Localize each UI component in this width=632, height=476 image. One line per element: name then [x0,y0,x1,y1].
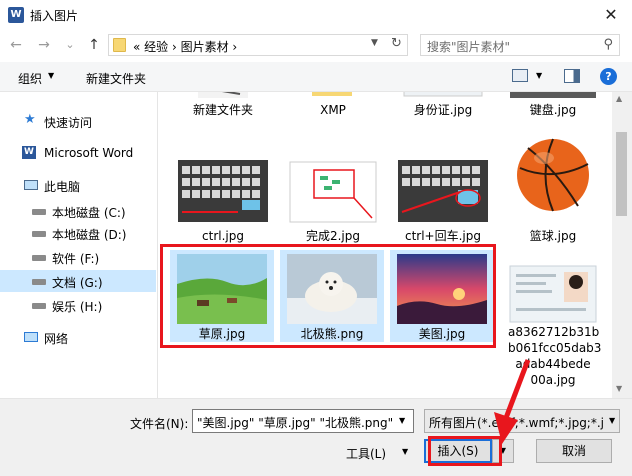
chevron-down-icon[interactable]: ▼ [48,71,54,80]
id-card-image-thumbnail [509,265,597,323]
back-button[interactable]: ← [6,33,26,57]
file-name: 完成2.jpg [305,229,361,243]
sidebar-item-drive-c[interactable]: 本地磁盘 (C:) [0,200,156,222]
chevron-down-icon[interactable]: ▼ [402,447,408,456]
folder-icon [113,38,126,52]
drive-icon [32,279,46,285]
pane-divider[interactable] [157,92,158,398]
refresh-icon[interactable]: ↻ [391,36,402,51]
sidebar-item-label: 快速访问 [44,116,93,130]
sidebar-item-drive-h[interactable]: 娱乐 (H:) [0,294,156,316]
file-name: XMP [320,103,346,117]
title-bar: W 插入图片 ✕ [0,0,632,30]
sidebar-item-microsoft-word[interactable]: W Microsoft Word [0,142,156,164]
scroll-thumb[interactable] [616,132,627,216]
filename-label: 文件名(N): [130,417,189,431]
file-name: 身份证.jpg [413,103,473,117]
organize-button[interactable]: 组织 [18,70,42,87]
computer-icon [24,180,38,190]
search-box[interactable]: 搜索"图片素材" ⚲ [420,34,620,56]
navigation-bar: ← → ⌄ ↑ « 经验 › 图片素材 › ▼ ↻ 搜索"图片素材" ⚲ [0,30,632,60]
toolbar: 组织 ▼ 新建文件夹 ▼ ? [0,62,632,92]
sidebar-item-label: 网络 [44,332,69,346]
list-item[interactable]: 键盘.jpg [508,92,598,124]
file-name-line: a8362712b31b [508,325,600,339]
selection-annotation-box [160,244,496,348]
recent-locations-button[interactable]: ⌄ [60,33,80,57]
file-name: 篮球.jpg [529,229,577,243]
network-icon [24,332,38,342]
up-folder-button[interactable]: ↑ [84,33,104,57]
file-name-line: b061fcc05dab3 [508,341,602,355]
screenshot-image-thumbnail [289,161,377,223]
sidebar-item-drive-f[interactable]: 软件 (F:) [0,246,156,268]
annotation-arrow [494,359,531,444]
file-name: 新建文件夹 [192,103,253,117]
forward-button[interactable]: → [34,33,54,57]
vertical-scrollbar[interactable]: ▲ ▼ [612,92,632,398]
preview-pane-icon[interactable] [564,69,580,83]
close-button[interactable]: ✕ [596,2,626,28]
word-icon: W [22,146,36,159]
list-item[interactable]: XMP [288,92,378,124]
list-item[interactable]: 身份证.jpg [398,92,488,124]
window-title: 插入图片 [30,9,79,23]
list-item[interactable]: 篮球.jpg [508,130,598,243]
filename-value[interactable]: "美图.jpg" "草原.jpg" "北极熊.png" [197,414,393,431]
word-app-icon: W [8,7,24,23]
sidebar-item-drive-d[interactable]: 本地磁盘 (D:) [0,222,156,244]
scroll-down-icon[interactable]: ▼ [616,384,622,393]
scroll-up-icon[interactable]: ▲ [616,94,622,103]
list-item[interactable]: ctrl.jpg [178,148,268,243]
drive-icon [32,303,46,309]
file-name: ctrl+回车.jpg [404,229,481,243]
navigation-pane: ★ 快速访问 W Microsoft Word 此电脑 本地磁盘 (C:) 本地… [0,92,158,398]
new-folder-button[interactable]: 新建文件夹 [86,70,146,87]
keyboard-image-thumbnail [398,160,488,222]
search-placeholder[interactable]: 搜索"图片素材" [427,38,510,55]
chevron-down-icon[interactable]: ▼ [371,38,378,48]
sidebar-item-quick-access[interactable]: ★ 快速访问 [0,110,156,132]
drive-icon [32,255,46,261]
search-icon[interactable]: ⚲ [603,37,613,52]
cancel-button[interactable]: 取消 [536,439,612,463]
tools-button[interactable]: 工具(L) [346,445,386,462]
sidebar-item-label: Microsoft Word [44,146,134,160]
drive-icon [32,209,46,215]
sidebar-item-label: 软件 (F:) [52,252,100,266]
sidebar-item-label: 娱乐 (H:) [52,300,103,314]
file-name: ctrl.jpg [202,229,244,243]
sidebar-item-label: 此电脑 [44,180,81,194]
sidebar-item-label: 文档 (G:) [52,276,103,290]
sidebar-item-drive-g[interactable]: 文档 (G:) [0,270,156,292]
sidebar-item-label: 本地磁盘 (C:) [52,206,126,220]
sidebar-item-label: 本地磁盘 (D:) [52,228,127,242]
sidebar-item-network[interactable]: 网络 [0,326,156,348]
help-icon[interactable]: ? [600,68,617,85]
file-name: 键盘.jpg [529,103,577,117]
list-item[interactable]: 新建文件夹 [178,92,268,124]
view-options-icon[interactable] [512,69,528,82]
basketball-image-thumbnail [517,138,589,212]
chevron-down-icon[interactable]: ▼ [609,416,615,425]
filename-input[interactable]: "美图.jpg" "草原.jpg" "北极熊.png" ▼ [192,409,414,433]
address-path[interactable]: « 经验 › 图片素材 › [133,38,237,55]
chevron-down-icon[interactable]: ▼ [399,416,405,425]
chevron-down-icon[interactable]: ▼ [536,71,542,80]
list-item[interactable]: 完成2.jpg [288,148,378,243]
address-bar[interactable]: « 经验 › 图片素材 › ▼ ↻ [108,34,408,56]
drive-icon [32,231,46,237]
list-item[interactable]: ctrl+回车.jpg [398,148,488,243]
sidebar-item-this-pc[interactable]: 此电脑 [0,174,156,196]
star-icon: ★ [24,112,36,127]
keyboard-image-thumbnail [178,160,268,222]
